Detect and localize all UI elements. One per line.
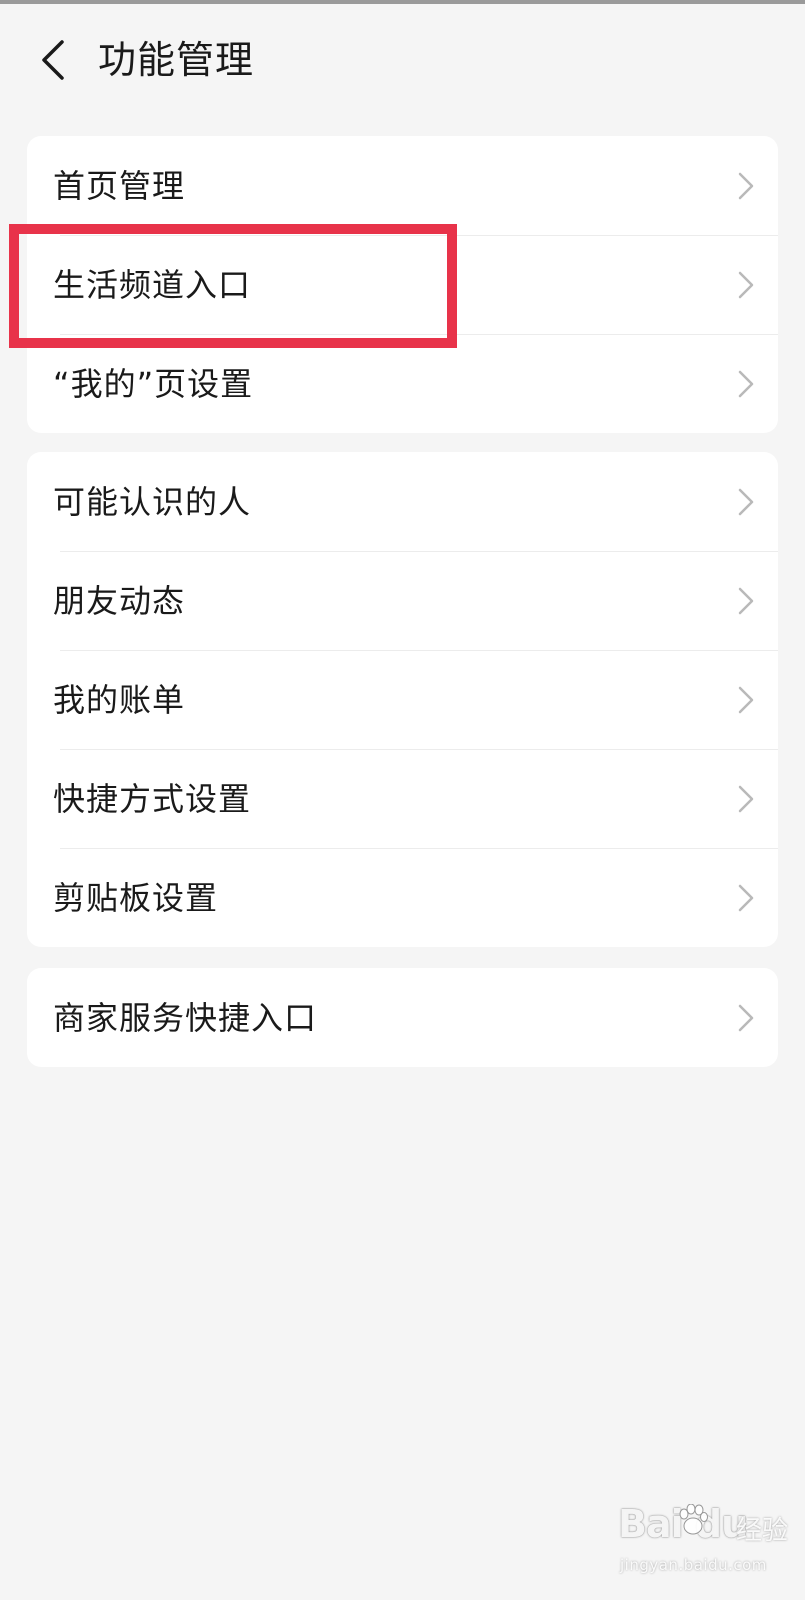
row-clipboard-settings[interactable]: 剪贴板设置	[27, 848, 778, 947]
row-label: 朋友动态	[53, 581, 186, 620]
chevron-right-icon	[738, 1004, 754, 1031]
chevron-right-icon	[738, 488, 754, 515]
row-life-channel-entry[interactable]: 生活频道入口	[27, 235, 778, 334]
chevron-left-icon	[42, 40, 64, 80]
back-button[interactable]	[30, 34, 74, 86]
settings-group-3: 商家服务快捷入口	[27, 968, 778, 1067]
chevron-right-icon	[738, 686, 754, 713]
chevron-right-icon	[738, 587, 754, 614]
row-shortcut-settings[interactable]: 快捷方式设置	[27, 749, 778, 848]
settings-group-2: 可能认识的人 朋友动态 我的账单 快捷方式设置 剪贴板设置	[27, 452, 778, 947]
row-label: 首页管理	[53, 166, 186, 205]
row-label: 可能认识的人	[53, 482, 252, 521]
row-me-page-settings[interactable]: “我的”页设置	[27, 334, 778, 433]
chevron-right-icon	[738, 370, 754, 397]
watermark-url: jingyan.baidu.com	[620, 1556, 767, 1574]
chevron-right-icon	[738, 271, 754, 298]
row-friend-moments[interactable]: 朋友动态	[27, 551, 778, 650]
row-label: 剪贴板设置	[53, 878, 219, 917]
page-title: 功能管理	[98, 38, 255, 82]
chevron-right-icon	[738, 785, 754, 812]
nav-header: 功能管理	[0, 4, 805, 114]
watermark-cn: 经验	[736, 1516, 789, 1546]
row-people-you-may-know[interactable]: 可能认识的人	[27, 452, 778, 551]
chevron-right-icon	[738, 172, 754, 199]
settings-group-1: 首页管理 生活频道入口 “我的”页设置	[27, 136, 778, 433]
chevron-right-icon	[738, 884, 754, 911]
row-label: 生活频道入口	[53, 265, 252, 304]
baidu-jingyan-watermark: Bai du 经验 jingyan.baidu.com	[618, 1502, 788, 1594]
row-label: 我的账单	[53, 680, 186, 719]
row-label: 快捷方式设置	[53, 779, 252, 818]
row-my-bills[interactable]: 我的账单	[27, 650, 778, 749]
paw-icon	[679, 1504, 708, 1535]
row-label: 商家服务快捷入口	[53, 998, 318, 1037]
row-label: “我的”页设置	[53, 364, 254, 403]
row-home-management[interactable]: 首页管理	[27, 136, 778, 235]
row-merchant-service-entry[interactable]: 商家服务快捷入口	[27, 968, 778, 1067]
